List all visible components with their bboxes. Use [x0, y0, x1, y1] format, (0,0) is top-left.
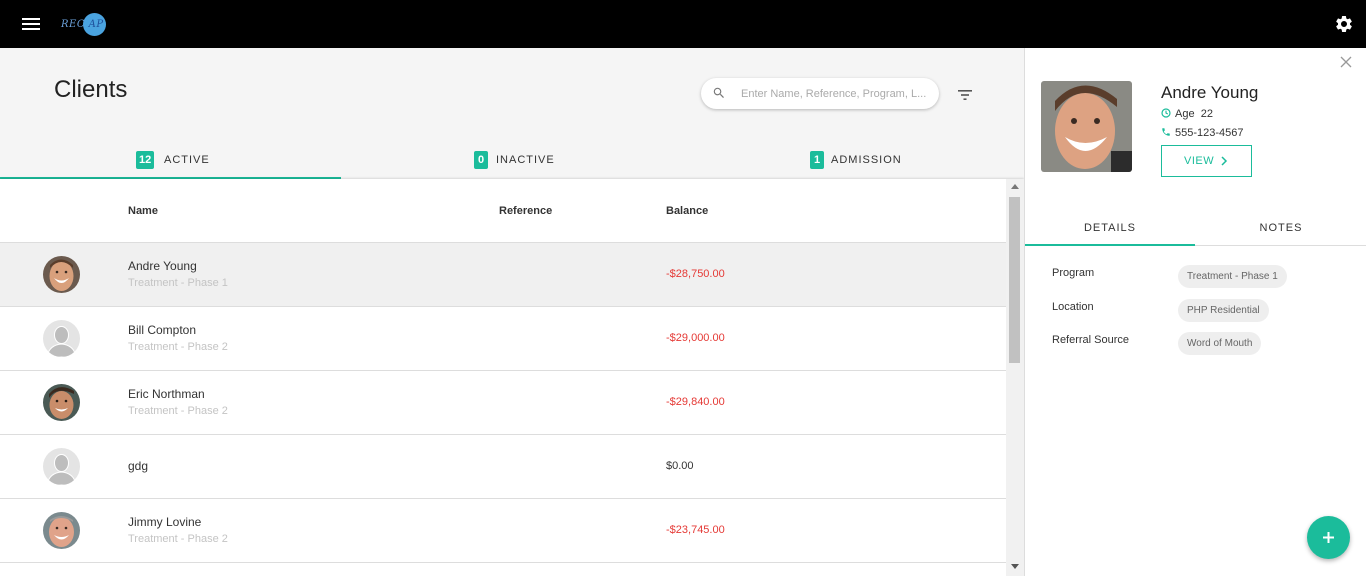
- tab-label: ADMISSION: [831, 154, 902, 166]
- table-header: Name Reference Balance: [0, 179, 1006, 243]
- page-title: Clients: [54, 76, 128, 103]
- client-detail-panel: Andre Young Age 22 555-123-4567 VIEW DET…: [1024, 48, 1366, 576]
- phone-number: 555-123-4567: [1175, 127, 1244, 139]
- scrollbar[interactable]: [1006, 179, 1024, 576]
- avatar-placeholder-icon: [43, 448, 80, 485]
- client-balance: -$29,840.00: [666, 396, 725, 408]
- table-row[interactable]: Eric Northman Treatment - Phase 2 -$29,8…: [0, 371, 1006, 435]
- scroll-down-arrow-icon[interactable]: [1011, 564, 1019, 569]
- age-value: 22: [1200, 108, 1213, 120]
- plus-icon: [1323, 532, 1334, 543]
- column-header-name[interactable]: Name: [128, 205, 158, 217]
- add-button[interactable]: [1307, 516, 1350, 559]
- search-input[interactable]: [741, 84, 927, 104]
- client-name: Eric Northman: [128, 387, 205, 401]
- client-name: Andre Young: [128, 259, 197, 273]
- client-program: Treatment - Phase 1: [128, 277, 228, 289]
- search-box[interactable]: [701, 78, 939, 109]
- client-balance: -$23,745.00: [666, 524, 725, 536]
- client-balance: -$29,000.00: [666, 332, 725, 344]
- scroll-up-arrow-icon[interactable]: [1011, 184, 1019, 189]
- field-label-program: Program: [1052, 267, 1095, 279]
- column-header-balance[interactable]: Balance: [666, 205, 708, 217]
- field-label-location: Location: [1052, 301, 1094, 313]
- client-name: gdg: [128, 459, 149, 473]
- client-balance: $0.00: [666, 460, 694, 472]
- client-name: Jimmy Lovine: [128, 515, 202, 529]
- chip-program: Treatment - Phase 1: [1178, 265, 1287, 288]
- tab-label: INACTIVE: [496, 154, 555, 166]
- close-icon[interactable]: [1340, 56, 1352, 68]
- view-button[interactable]: VIEW: [1161, 145, 1252, 177]
- tab-notes[interactable]: NOTES: [1196, 212, 1366, 246]
- phone-icon: [1162, 128, 1170, 136]
- logo-text: REC AP: [61, 19, 104, 30]
- chip-location: PHP Residential: [1178, 299, 1269, 322]
- tab-active[interactable]: 12 ACTIVE: [0, 143, 341, 179]
- tab-admission[interactable]: 1 ADMISSION: [682, 143, 1023, 179]
- top-app-bar: REC AP: [0, 0, 1366, 48]
- clients-panel: Clients 12 ACTIVE 0 INACTIVE 1 ADMISSION…: [0, 48, 1024, 576]
- client-program: Treatment - Phase 2: [128, 341, 228, 353]
- client-program: Treatment - Phase 2: [128, 405, 228, 417]
- profile-phone: 555-123-4567: [1161, 127, 1244, 139]
- tab-details[interactable]: DETAILS: [1025, 212, 1195, 246]
- avatar: [43, 384, 80, 421]
- field-label-referral-source: Referral Source: [1052, 334, 1130, 346]
- avatar: [43, 256, 80, 293]
- client-balance: -$28,750.00: [666, 268, 725, 280]
- tab-count-badge: 0: [474, 151, 488, 169]
- column-header-reference[interactable]: Reference: [499, 205, 552, 217]
- chevron-right-icon: [1221, 156, 1228, 166]
- profile-age: Age 22: [1161, 108, 1213, 120]
- scrollbar-thumb[interactable]: [1009, 197, 1020, 363]
- clients-table: Name Reference Balance Andre Young Treat…: [0, 179, 1024, 576]
- table-row[interactable]: gdg $0.00: [0, 435, 1006, 499]
- profile-photo: [1041, 81, 1132, 172]
- tab-count-badge: 1: [810, 151, 824, 169]
- tab-inactive[interactable]: 0 INACTIVE: [341, 143, 682, 179]
- client-program: Treatment - Phase 2: [128, 533, 228, 545]
- table-row[interactable]: Andre Young Treatment - Phase 1 -$28,750…: [0, 243, 1006, 307]
- tab-count-badge: 12: [136, 151, 155, 169]
- hamburger-menu-icon[interactable]: [22, 15, 42, 33]
- profile-name: Andre Young: [1161, 83, 1259, 102]
- search-icon: [713, 87, 724, 98]
- avatar-placeholder-icon: [43, 320, 80, 357]
- table-row[interactable]: Bill Compton Treatment - Phase 2 -$29,00…: [0, 307, 1006, 371]
- gear-icon[interactable]: [1334, 14, 1354, 34]
- age-label: Age: [1175, 108, 1195, 120]
- avatar: [43, 512, 80, 549]
- app-logo[interactable]: REC AP: [58, 12, 110, 38]
- detail-tabs: DETAILS NOTES: [1025, 212, 1366, 246]
- filter-icon[interactable]: [956, 88, 974, 102]
- chip-referral-source: Word of Mouth: [1178, 332, 1262, 355]
- table-row[interactable]: Jimmy Lovine Treatment - Phase 2 -$23,74…: [0, 499, 1006, 563]
- clock-icon: [1161, 108, 1171, 118]
- view-button-label: VIEW: [1184, 155, 1215, 167]
- tab-label: ACTIVE: [164, 154, 210, 166]
- status-tabs: 12 ACTIVE 0 INACTIVE 1 ADMISSION: [0, 143, 1024, 179]
- client-name: Bill Compton: [128, 323, 197, 337]
